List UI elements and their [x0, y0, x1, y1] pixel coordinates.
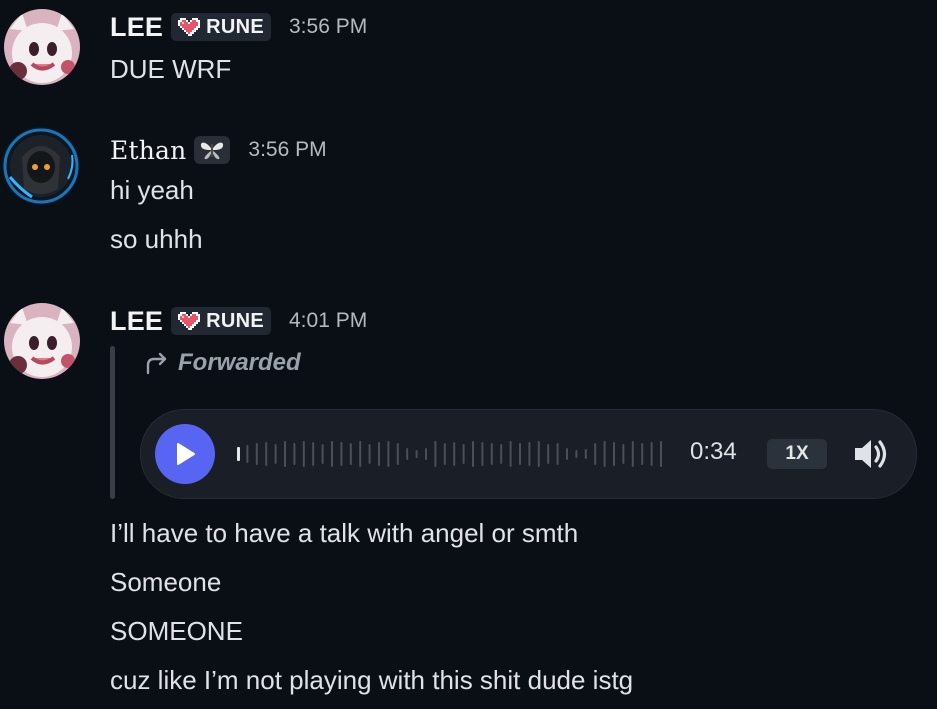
waveform-bar	[453, 442, 456, 466]
voice-waveform[interactable]	[237, 440, 677, 468]
waveform-bar	[641, 443, 644, 465]
username[interactable]: LEE	[110, 306, 163, 337]
waveform-bar	[378, 442, 380, 466]
waveform-bar	[472, 441, 474, 467]
guild-tag-label: RUNE	[206, 309, 264, 332]
waveform-bar	[594, 443, 597, 465]
waveform-bar	[396, 443, 399, 465]
waveform-bar	[556, 443, 559, 465]
forwarded-text: Forwarded	[178, 349, 301, 376]
speaker-icon	[855, 440, 887, 468]
forward-arrow-icon	[146, 352, 167, 375]
waveform-bar	[575, 450, 578, 458]
waveform-bar	[650, 442, 653, 466]
waveform-bar	[321, 444, 324, 464]
waveform-bar	[537, 441, 540, 467]
playback-speed-button[interactable]: 1X	[767, 439, 827, 469]
waveform-bar	[415, 450, 418, 458]
message-text: cuz like I’m not playing with this shit …	[110, 665, 634, 695]
avatar-ethan[interactable]	[2, 127, 80, 205]
avatar-lee[interactable]	[4, 303, 80, 379]
message-text: so uhhh	[110, 224, 203, 254]
message-text: SOMEONE	[110, 616, 243, 646]
username[interactable]: Ethan	[110, 136, 186, 165]
guild-tag[interactable]: RUNE	[171, 13, 271, 41]
pixel-heart-icon	[176, 16, 202, 38]
message-text: DUE WRF	[110, 54, 232, 84]
waveform-bar	[613, 442, 615, 466]
waveform-bar	[566, 448, 568, 460]
voice-duration: 0:34	[690, 438, 737, 465]
waveform-bar	[331, 441, 333, 467]
waveform-bar	[603, 441, 606, 467]
waveform-bar	[500, 444, 503, 464]
message-header: Ethan 3:56 PM	[110, 134, 327, 166]
message-text: hi yeah	[110, 175, 194, 205]
waveform-bar	[481, 442, 484, 466]
message-header: LEE RUNE 4:01 PM	[110, 305, 367, 337]
play-button[interactable]	[155, 424, 215, 484]
waveform-bar	[265, 442, 268, 466]
waveform-bar	[368, 444, 371, 464]
forward-quote-bar	[110, 346, 115, 499]
waveform-bar	[274, 444, 277, 464]
play-icon	[177, 443, 195, 465]
waveform-bar	[490, 443, 493, 465]
waveform-bar	[349, 443, 352, 465]
waveform-bar	[359, 441, 362, 467]
timestamp: 4:01 PM	[289, 309, 368, 332]
username[interactable]: LEE	[110, 12, 163, 43]
waveform-bar	[284, 441, 286, 467]
volume-button[interactable]	[851, 434, 891, 474]
pixel-heart-icon	[176, 310, 202, 332]
message-text: I’ll have to have a talk with angel or s…	[110, 518, 579, 548]
chat-messages: LEE RUNE 3:56 PM DUE WRF Ethan 3:56 PM h…	[0, 0, 937, 709]
guild-tag[interactable]: RUNE	[171, 307, 271, 335]
avatar-lee[interactable]	[4, 9, 80, 85]
guild-tag-label: RUNE	[206, 15, 264, 38]
waveform-bar	[237, 447, 240, 461]
waveform-bar	[406, 448, 409, 460]
voice-message-player: 0:34 1X	[140, 409, 917, 499]
waveform-bar	[631, 441, 634, 467]
waveform-bar	[340, 442, 343, 466]
timestamp: 3:56 PM	[248, 138, 327, 161]
waveform-bar	[519, 443, 521, 465]
waveform-bar	[584, 449, 587, 459]
waveform-bar	[660, 441, 662, 467]
waveform-bar	[255, 443, 258, 465]
waveform-bar	[387, 441, 390, 467]
waveform-bar	[293, 443, 296, 465]
waveform-bar	[312, 442, 315, 466]
waveform-bar	[509, 441, 512, 467]
waveform-bar	[622, 444, 625, 464]
message-header: LEE RUNE 3:56 PM	[110, 11, 367, 43]
waveform-bar	[425, 448, 427, 460]
timestamp: 3:56 PM	[289, 15, 368, 38]
message-text: Someone	[110, 567, 222, 597]
waveform-bar	[246, 445, 249, 463]
waveform-bar	[434, 441, 437, 467]
waveform-bar	[528, 442, 531, 466]
waveform-bar	[547, 444, 550, 464]
forwarded-label: Forwarded	[144, 349, 301, 377]
butterfly-icon[interactable]	[194, 136, 231, 164]
waveform-bar	[462, 444, 465, 464]
waveform-bar	[302, 441, 305, 467]
waveform-bar	[443, 443, 446, 465]
